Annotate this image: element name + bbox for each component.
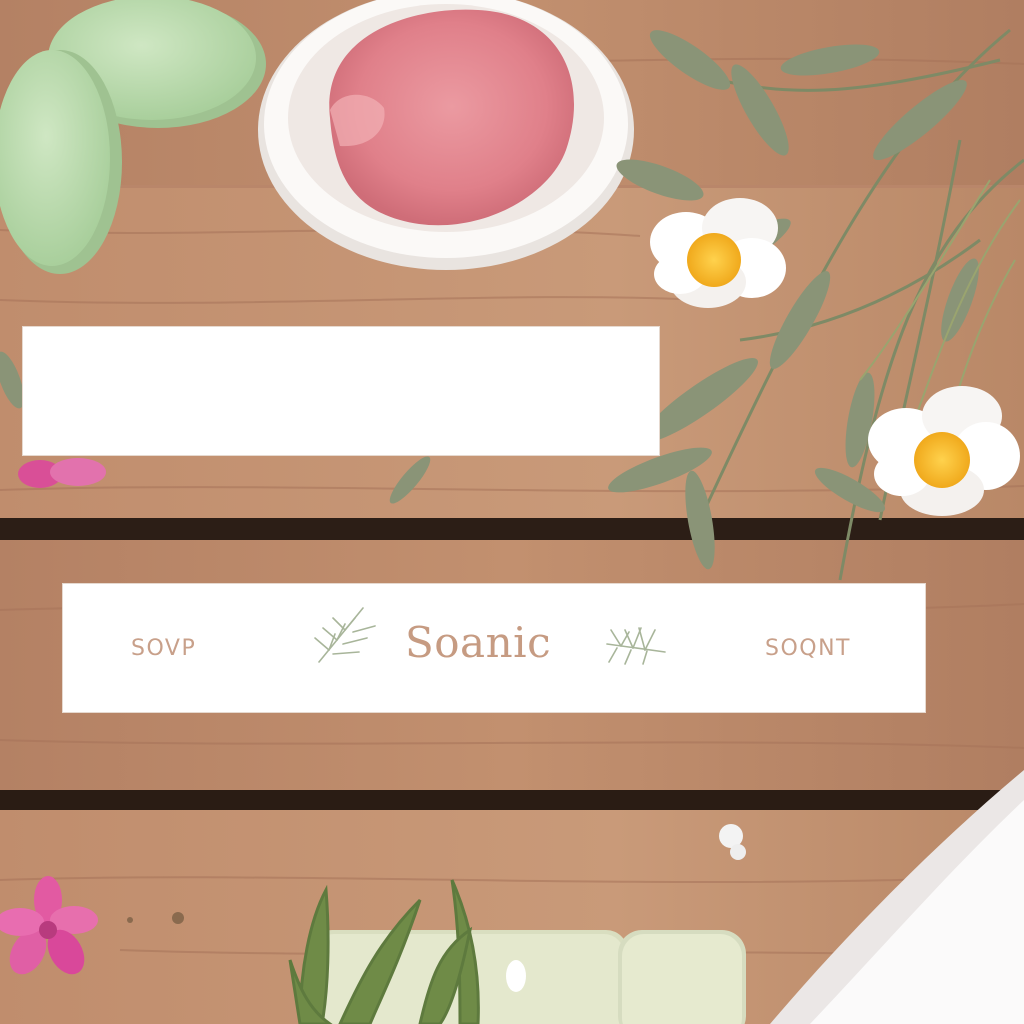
background-scene — [0, 0, 1024, 1024]
brand-right-text: SOQNT — [765, 636, 851, 661]
leaf-sprig-icon — [314, 607, 376, 663]
brand-title: Soanic — [405, 618, 552, 667]
leaf-sprig-icon — [606, 627, 666, 665]
blank-label-banner — [22, 326, 660, 456]
pink-balm-bowl — [258, 0, 634, 270]
brand-left-text: SOVP — [131, 636, 197, 661]
brand-banner: SOVP Soanic SOQNT — [62, 583, 926, 713]
